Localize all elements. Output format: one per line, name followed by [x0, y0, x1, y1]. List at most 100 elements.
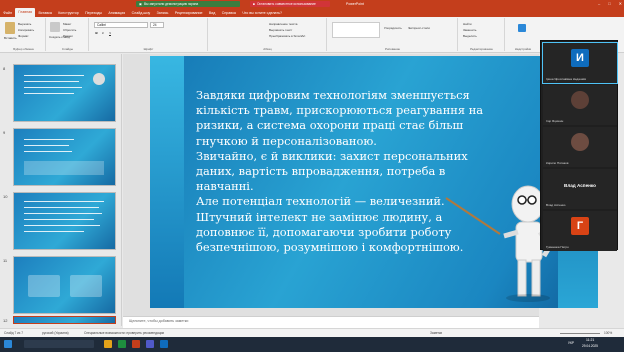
slide-line: Штучний інтелект не замінює людину, а — [196, 209, 443, 224]
close-button[interactable]: ✕ — [619, 1, 622, 6]
quick-styles-button[interactable]: Экспресс-стили — [408, 26, 430, 30]
clock-time[interactable]: 11:21 — [586, 338, 594, 342]
tell-me-search[interactable]: Что вы хотите сделать? — [239, 11, 285, 15]
thumb-number: 8 — [3, 66, 6, 71]
italic-button[interactable]: К — [102, 31, 104, 35]
share-banner-text: Вы запустили демонстрацию экрана — [144, 2, 199, 6]
slide-line: навчанні. — [196, 179, 254, 194]
slide-thumbnail-9[interactable] — [13, 128, 116, 186]
maximize-button[interactable]: □ — [608, 1, 610, 6]
paste-icon[interactable] — [5, 22, 15, 34]
slide-line: ризики, а система охорони праці стає біл… — [196, 118, 464, 133]
font-size-select[interactable]: 24 — [150, 22, 164, 28]
slide-thumbnail-11[interactable] — [13, 256, 116, 314]
participant-name: Ігор Яцишин — [546, 119, 564, 123]
font-family-select[interactable]: Calibri — [94, 22, 148, 28]
tab-review[interactable]: Рецензирование — [172, 11, 206, 15]
notes-button[interactable]: Заметки — [430, 331, 442, 335]
accessibility-button[interactable]: Специальные возможности: проверить реком… — [84, 331, 164, 335]
slide-line: безпечнішою, розумнішою і комфортнішою. — [196, 240, 464, 255]
start-icon[interactable] — [4, 340, 12, 348]
slide-text-box[interactable]: Завдяки цифровим технологіям зменшується… — [196, 88, 484, 255]
tab-record[interactable]: Запись — [153, 11, 171, 15]
bold-button[interactable]: Ж — [95, 31, 98, 35]
participant-tile[interactable]: Кирило Пятаков — [543, 127, 617, 167]
new-slide-icon[interactable] — [50, 22, 60, 32]
reset-button[interactable]: Сбросить — [63, 28, 76, 32]
zoom-slider[interactable] — [560, 333, 600, 334]
paste-button[interactable]: Вставить — [4, 36, 17, 40]
powerpoint-icon[interactable] — [132, 340, 140, 348]
participant-tile[interactable]: Влад Аспенко Влад Аспенко — [543, 169, 617, 209]
input-language[interactable]: УКР — [568, 341, 574, 345]
participant-display-name: Влад Аспенко — [564, 183, 596, 188]
align-text-button[interactable]: Выровнять текст — [269, 28, 292, 32]
slide-thumbnail-12-selected[interactable] — [13, 316, 116, 324]
clock-date[interactable]: 29.04.2025 — [582, 344, 598, 348]
find-button[interactable]: Найти — [463, 22, 472, 26]
tab-slideshow[interactable]: Слайд-шоу — [128, 11, 153, 15]
slide-line: Завдяки цифровим технологіям зменшується — [196, 88, 470, 102]
chrome-icon[interactable] — [118, 340, 126, 348]
stop-sharing-button[interactable]: ■ Остановить совместное использование — [250, 1, 330, 7]
current-slide[interactable]: Завдяки цифровим технологіям зменшується… — [150, 56, 598, 308]
participant-tile[interactable]: И Ірина Ярославівна Недашків — [542, 42, 618, 84]
group-slides: Создать слайд Макет Сбросить Раздел Слай… — [47, 18, 89, 51]
addins-icon[interactable] — [518, 24, 526, 32]
tab-file[interactable]: Файл — [0, 11, 15, 15]
group-clipboard: Вставить Вырезать Копировать Формат Буфе… — [2, 18, 46, 51]
group-label: Рисование — [384, 47, 401, 51]
tab-design[interactable]: Конструктор — [55, 11, 82, 15]
participant-tile[interactable]: Ігор Яцишин — [543, 85, 617, 125]
slide-line: кількість травм, прискорюються реагуванн… — [196, 103, 484, 118]
smartart-button[interactable]: Преобразовать в SmartArt — [269, 34, 305, 38]
select-button[interactable]: Выделить — [463, 34, 477, 38]
avatar: И — [571, 49, 589, 67]
cut-button[interactable]: Вырезать — [18, 22, 31, 26]
slide-line: гнучкою й персоналізованою. — [196, 133, 377, 148]
file-explorer-icon[interactable] — [104, 340, 112, 348]
participant-tile[interactable]: Г Гуменюка Петро — [543, 211, 617, 251]
tab-animations[interactable]: Анимация — [105, 11, 128, 15]
group-label: Надстройки — [514, 47, 532, 51]
tab-transitions[interactable]: Переходы — [82, 11, 105, 15]
slide-thumbnail-10[interactable] — [13, 192, 116, 250]
windows-taskbar: УКР 11:21 29.04.2025 — [0, 337, 624, 352]
thumb-number: 9 — [3, 130, 6, 135]
group-label: Шрифт — [143, 47, 154, 51]
language-indicator[interactable]: русский (Украина) — [42, 331, 69, 335]
arrange-button[interactable]: Упорядочить — [384, 26, 402, 30]
tab-home[interactable]: Главная — [15, 8, 36, 17]
word-icon[interactable] — [160, 340, 168, 348]
shapes-gallery[interactable] — [332, 22, 380, 38]
replace-button[interactable]: Заменить — [463, 28, 476, 32]
ribbon: Вставить Вырезать Копировать Формат Буфе… — [0, 17, 624, 53]
group-addins: Надстройки — [506, 18, 540, 51]
text-direction-button[interactable]: Направление текста — [269, 22, 297, 26]
slide-line: Звичайно, є й виклики: захист персональн… — [196, 148, 468, 163]
group-font: Calibri 24 Ж К Ч Шрифт — [90, 18, 208, 51]
taskbar-search[interactable] — [24, 340, 94, 348]
participant-name: Кирило Пятаков — [546, 161, 569, 165]
participant-name: Гуменюка Петро — [546, 245, 569, 249]
tab-insert[interactable]: Вставка — [35, 11, 55, 15]
group-paragraph: Направление текста Выровнять текст Преоб… — [209, 18, 327, 51]
underline-button[interactable]: Ч — [109, 31, 111, 35]
teams-icon[interactable] — [146, 340, 154, 348]
zoom-level[interactable]: 100% — [604, 331, 612, 335]
tab-view[interactable]: Вид — [206, 11, 219, 15]
tab-help[interactable]: Справка — [219, 11, 239, 15]
slide-thumbnail-8[interactable] — [13, 64, 116, 122]
avatar-photo — [571, 91, 589, 109]
app-title: PowerPoint — [346, 1, 364, 6]
minimize-button[interactable]: – — [598, 1, 600, 6]
format-painter-button[interactable]: Формат — [18, 34, 29, 38]
group-drawing: Упорядочить Экспресс-стили Рисование — [328, 18, 458, 51]
slide-line: Але потенціал технологій — величезний. — [196, 194, 445, 209]
notes-pane[interactable]: Щелкните, чтобы добавить заметки — [123, 316, 539, 328]
layout-button[interactable]: Макет — [63, 22, 72, 26]
avatar: Г — [571, 217, 589, 235]
section-button[interactable]: Раздел — [63, 34, 73, 38]
thumb-number: 12 — [3, 318, 8, 323]
copy-button[interactable]: Копировать — [18, 28, 34, 32]
